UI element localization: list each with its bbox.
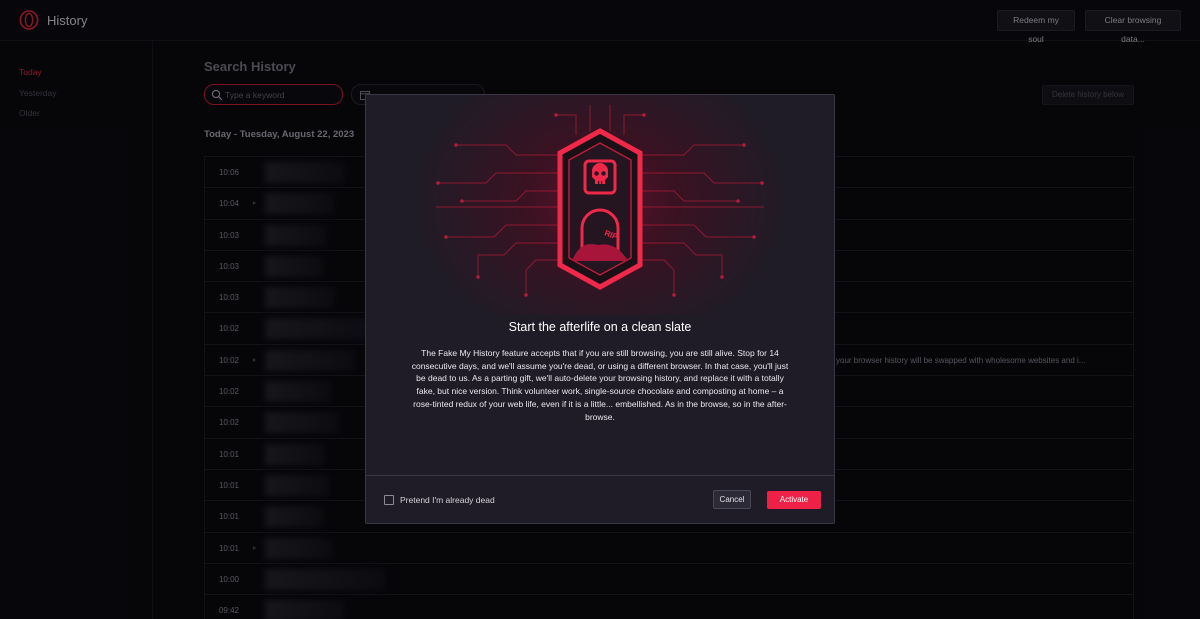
afterlife-illustration: RIP — [366, 95, 834, 315]
pretend-dead-label[interactable]: Pretend I'm already dead — [400, 495, 495, 505]
pretend-dead-checkbox[interactable] — [384, 495, 394, 505]
dialog-divider — [366, 475, 834, 476]
cancel-button[interactable]: Cancel — [713, 490, 751, 509]
fake-my-history-dialog: RIP Start the afterlife on a clean slate… — [365, 94, 835, 524]
dialog-description: The Fake My History feature accepts that… — [411, 348, 789, 422]
circuit-badge-illustration: RIP — [436, 105, 764, 297]
activate-button[interactable]: Activate — [767, 491, 821, 509]
dialog-title: Start the afterlife on a clean slate — [508, 320, 692, 334]
